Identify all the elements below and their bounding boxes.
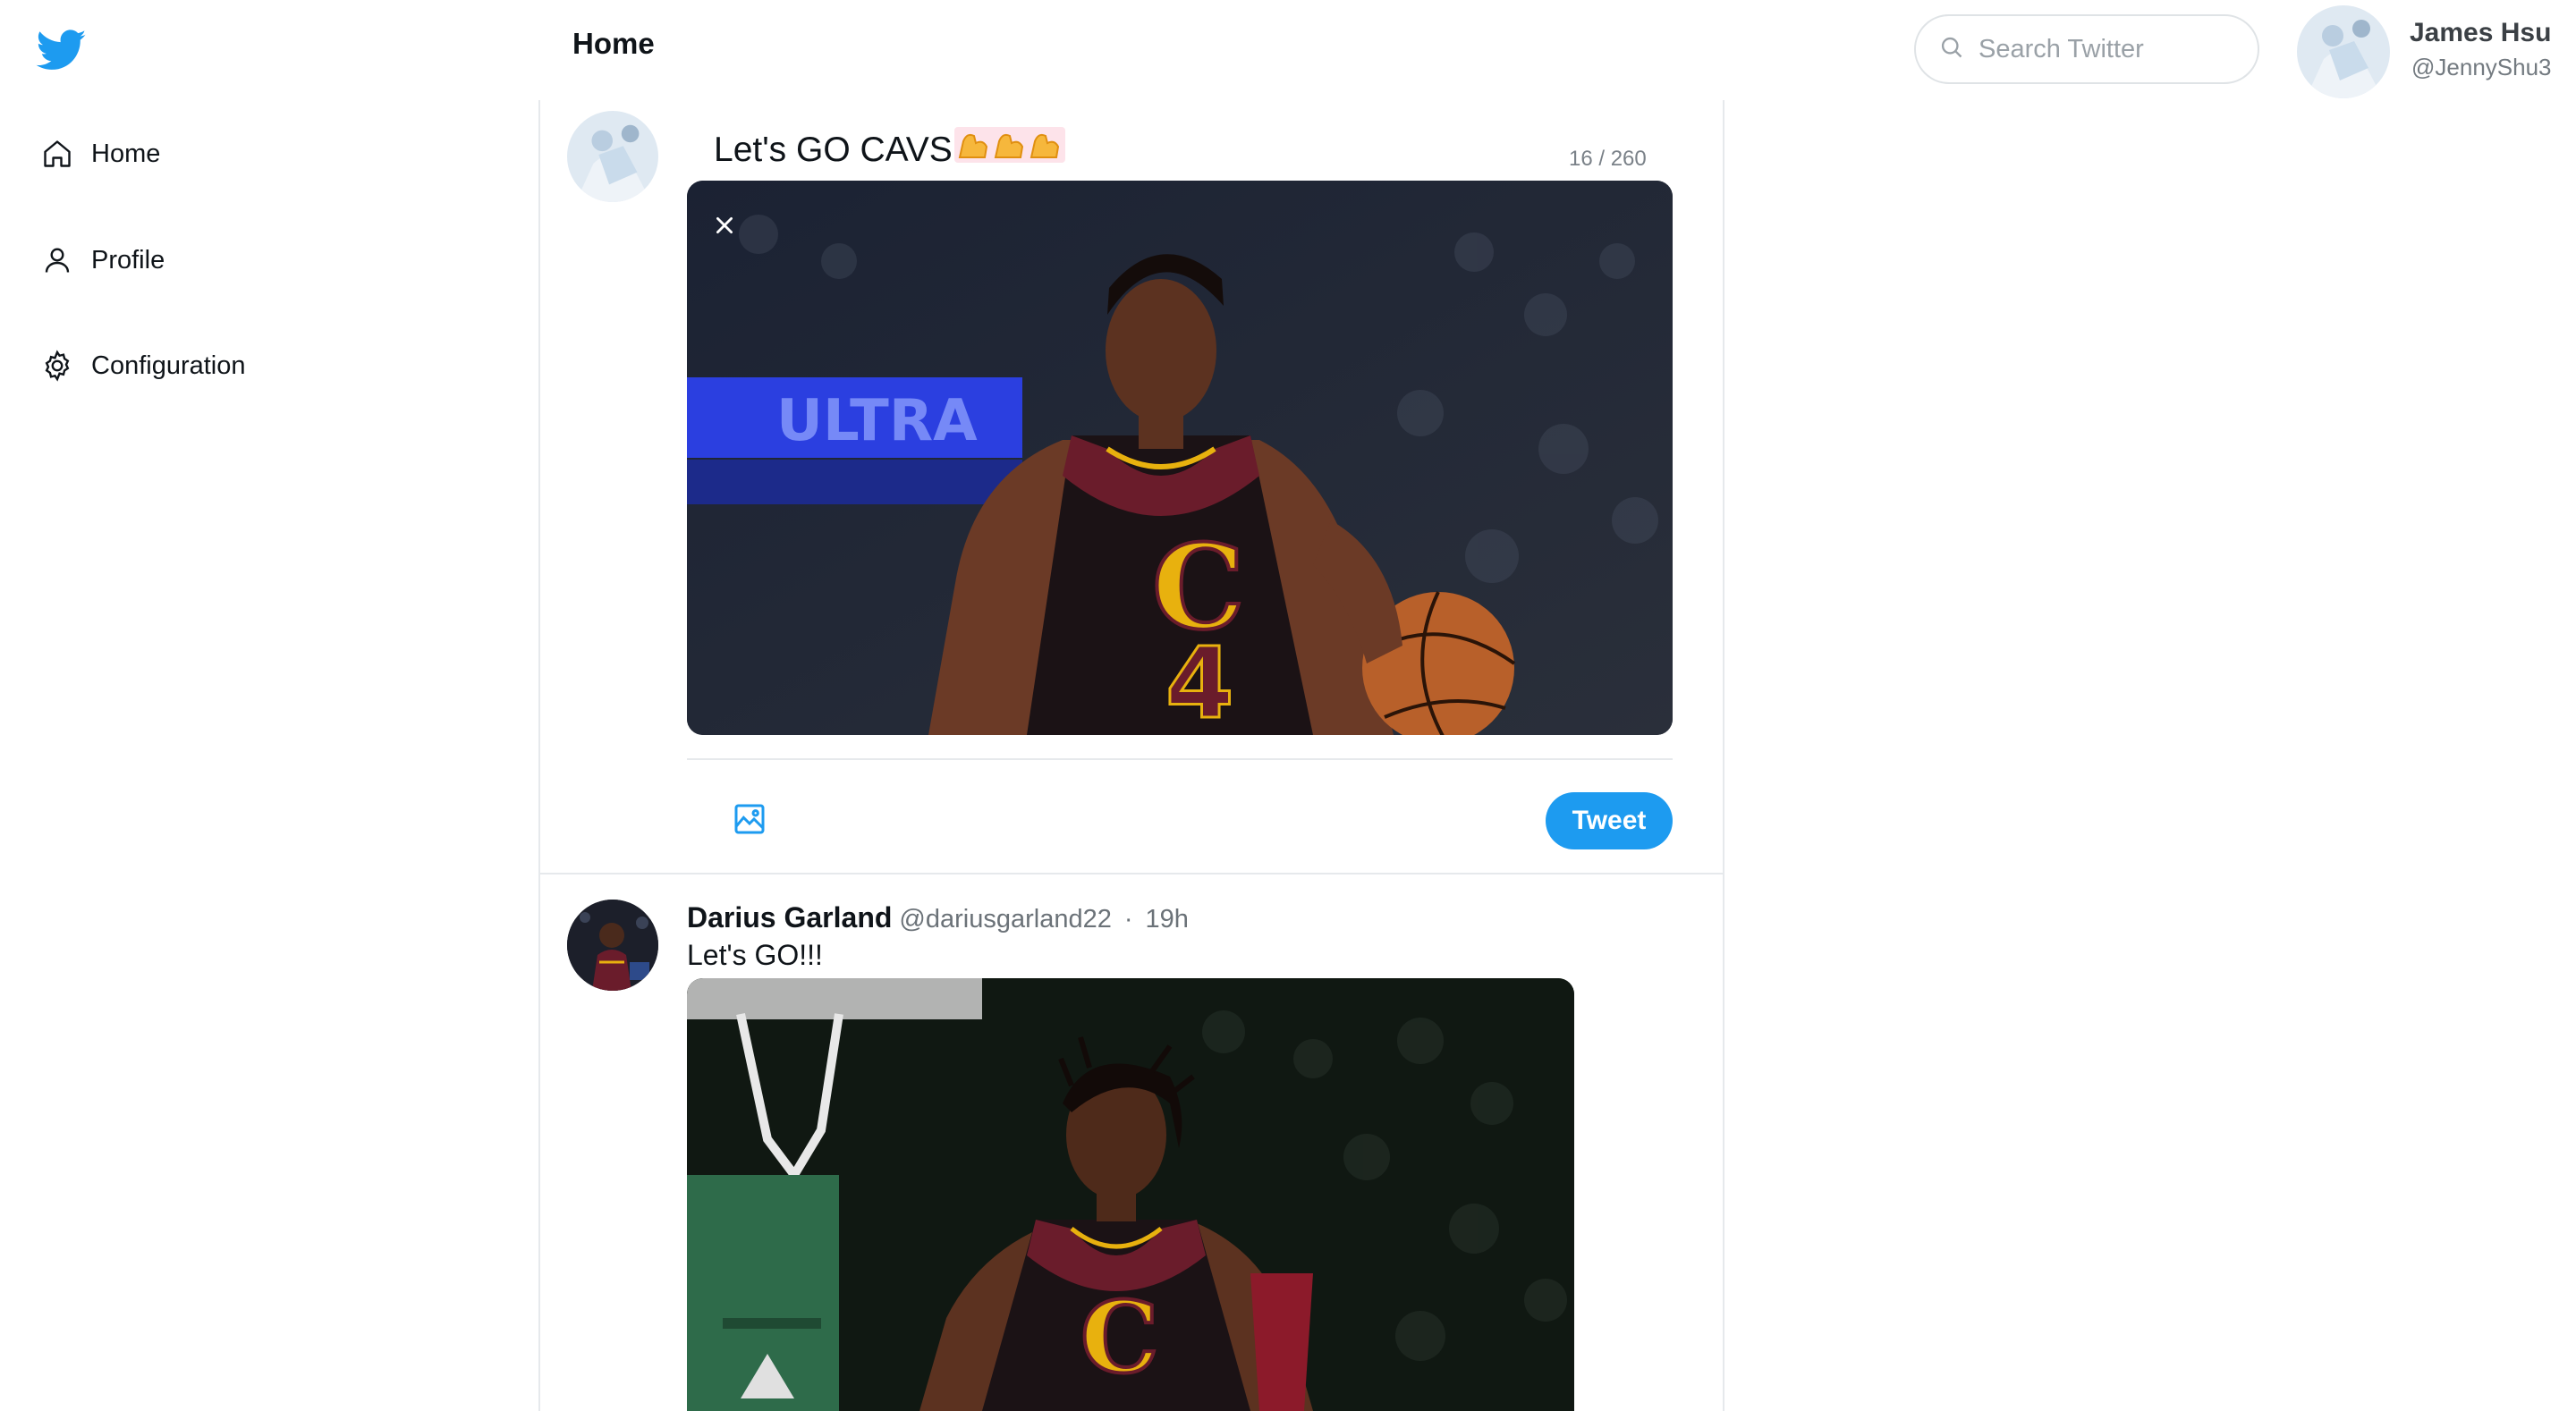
tweet-author-avatar[interactable] (567, 900, 658, 991)
sidebar-item-profile[interactable]: Profile (39, 233, 165, 287)
composer-bottom-border (538, 873, 1724, 874)
twitter-logo-icon[interactable] (34, 25, 97, 79)
sidebar-item-configuration[interactable]: Configuration (39, 339, 246, 393)
home-icon (39, 136, 75, 172)
tweet-separator: · (1123, 905, 1133, 934)
search-input[interactable] (1977, 33, 2249, 65)
current-user-handle: @JennyShu3 (2411, 54, 2552, 80)
svg-text:C: C (1080, 1280, 1159, 1395)
svg-text:4: 4 (1165, 626, 1234, 735)
compose-text: Let's GO CAVS (714, 131, 953, 169)
page-title: Home (572, 27, 655, 60)
feed-right-border (1723, 100, 1724, 1411)
tweet-author-handle[interactable]: @dariusgarland22 (899, 905, 1111, 934)
tweet-author-name[interactable]: Darius Garland (687, 901, 892, 934)
tweet-time[interactable]: 19h (1146, 905, 1189, 934)
gear-icon (39, 348, 75, 384)
composer-divider (687, 758, 1673, 760)
tweet-text: Let's GO!!! (687, 939, 823, 971)
compose-textarea[interactable]: Let's GO CAVS (714, 123, 1065, 173)
sidebar-item-label: Home (91, 139, 161, 168)
svg-text:ULTRA: ULTRA (776, 388, 978, 454)
tweet-image[interactable]: C (687, 978, 1574, 1411)
user-icon (39, 242, 75, 278)
remove-image-button[interactable] (696, 199, 753, 256)
tweet-button[interactable]: Tweet (1546, 792, 1673, 849)
search-icon (1939, 35, 1964, 64)
feed-left-border (538, 100, 540, 1411)
sidebar-item-label: Configuration (91, 351, 246, 380)
add-image-icon[interactable] (732, 801, 767, 837)
search-box[interactable] (1914, 14, 2259, 84)
close-icon (713, 214, 736, 241)
sidebar-item-home[interactable]: Home (39, 127, 160, 181)
sidebar-item-label: Profile (91, 245, 165, 275)
composer-avatar (567, 111, 658, 202)
avatar[interactable] (2297, 5, 2390, 98)
flexed-biceps-icon (953, 123, 1065, 173)
current-user-name: James Hsu (2410, 18, 2552, 47)
tweet-header: Darius Garland @dariusgarland22 · 19h (687, 901, 1189, 934)
char-counter: 16 / 260 (1569, 147, 1647, 171)
attached-image: ULTRA C 4 (687, 181, 1673, 735)
